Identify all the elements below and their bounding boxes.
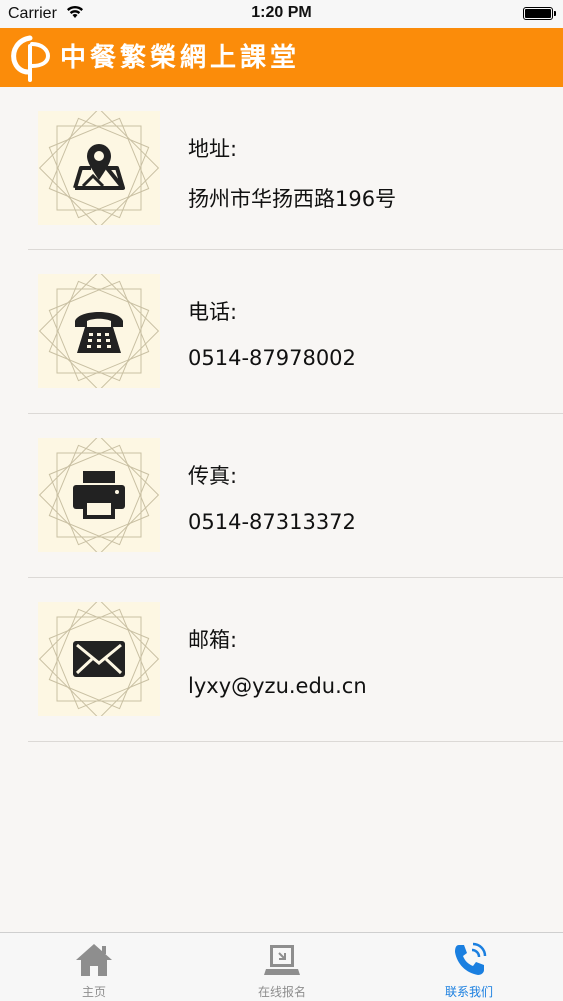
tab-online-signup[interactable]: 在线报名 (188, 933, 376, 1001)
contact-fax: 传真: 0514-87313372 (28, 414, 563, 578)
address-label: 地址: (188, 137, 238, 161)
fax-value: 0514-87313372 (188, 510, 356, 534)
battery-icon (523, 7, 556, 20)
contact-list: 地址: 扬州市华扬西路196号 电话: 0514-87978002 传真: 05… (0, 87, 563, 742)
tab-home[interactable]: 主页 (0, 933, 188, 1001)
contact-phone[interactable]: 电话: 0514-87978002 (28, 250, 563, 414)
clock: 1:20 PM (251, 4, 312, 21)
contact-address: 地址: 扬州市华扬西路196号 (28, 87, 563, 250)
tab-bar: 主页 在线报名 联系我们 (0, 932, 563, 1001)
telephone-icon (75, 312, 123, 353)
address-value: 扬州市华扬西路196号 (188, 187, 397, 211)
icon-tile (38, 602, 160, 716)
icon-tile (38, 274, 160, 388)
printer-icon (73, 471, 125, 519)
tab-home-label: 主页 (81, 985, 106, 999)
app-header: 中餐繁榮網上課堂 (0, 28, 563, 87)
tab-online-signup-label: 在线报名 (257, 985, 306, 999)
phone-label: 电话: (188, 300, 238, 324)
envelope-icon (73, 641, 125, 677)
laptop-icon (264, 945, 300, 975)
tab-contact-us-label: 联系我们 (444, 985, 493, 999)
status-bar: Carrier 1:20 PM (0, 0, 563, 28)
contact-email[interactable]: 邮箱: lyxy@yzu.edu.cn (28, 578, 563, 742)
map-pin-icon (73, 144, 125, 190)
home-icon (76, 944, 112, 976)
phone-value[interactable]: 0514-87978002 (188, 346, 356, 370)
fax-label: 传真: (188, 464, 238, 488)
icon-tile (38, 438, 160, 552)
tab-contact-us[interactable]: 联系我们 (375, 933, 563, 1001)
icon-tile (38, 111, 160, 225)
phone-icon (455, 942, 487, 975)
email-value[interactable]: lyxy@yzu.edu.cn (188, 674, 367, 698)
logo-icon (11, 35, 51, 82)
email-label: 邮箱: (188, 628, 238, 652)
app-title: 中餐繁榮網上課堂 (60, 43, 301, 73)
